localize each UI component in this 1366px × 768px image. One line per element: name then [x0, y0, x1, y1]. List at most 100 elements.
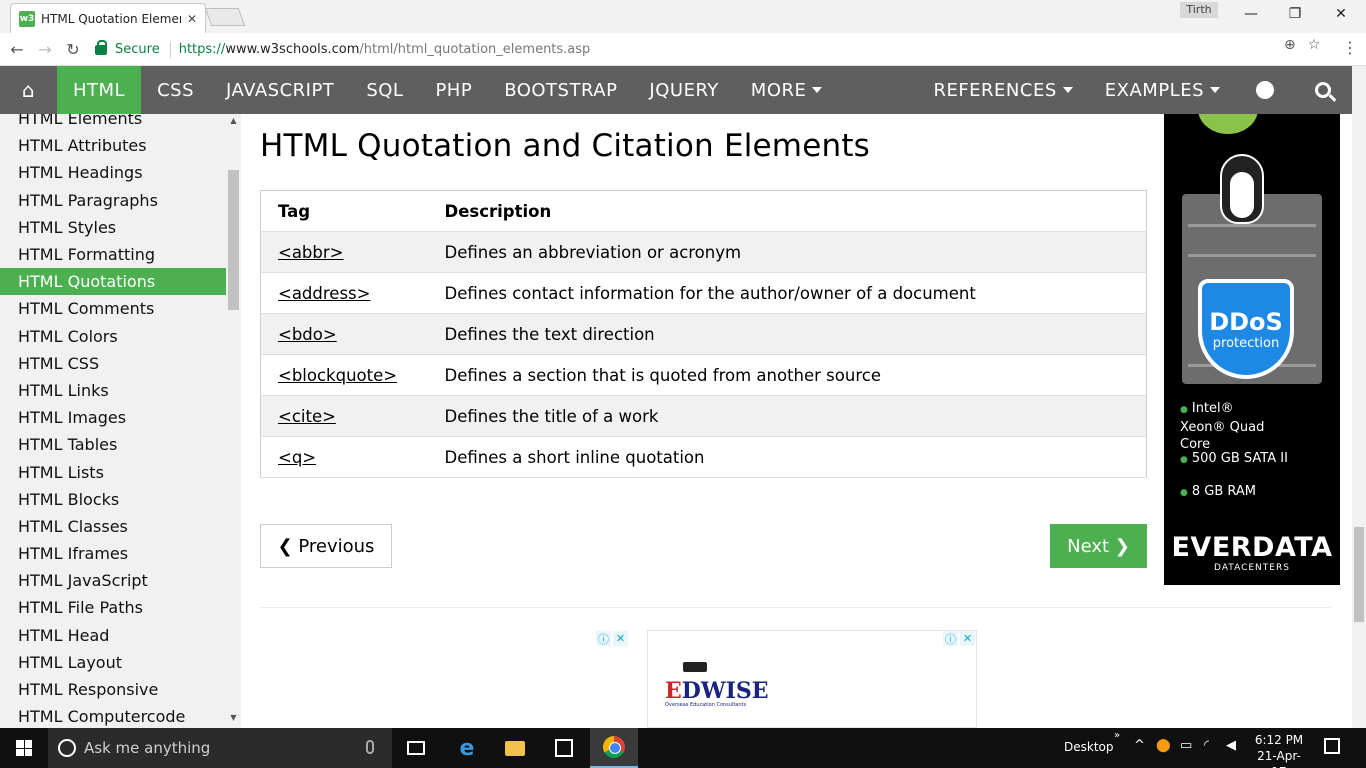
zoom-icon[interactable]: ⊕	[1284, 37, 1296, 53]
next-button[interactable]: Next ❯	[1050, 524, 1147, 568]
previous-button[interactable]: ❮ Previous	[260, 524, 392, 568]
reload-icon[interactable]: ↻	[61, 38, 85, 62]
new-tab-button[interactable]	[204, 8, 246, 26]
battery-icon[interactable]: ▭	[1180, 738, 1192, 753]
chrome-taskbar-button[interactable]	[590, 728, 638, 768]
search-placeholder: Ask me anything	[84, 739, 211, 757]
close-window-icon[interactable]: ✕	[1318, 3, 1364, 25]
task-view-button[interactable]	[392, 728, 440, 768]
taskbar-clock[interactable]: 6:12 PM 21-Apr-17	[1252, 732, 1306, 768]
url-host: www.w3schools.com	[225, 42, 360, 57]
caret-down-icon	[812, 87, 823, 93]
sidebar-item-styles[interactable]: HTML Styles	[0, 214, 226, 241]
nav-examples[interactable]: EXAMPLES	[1089, 66, 1236, 114]
scroll-down-arrow-icon[interactable]: ▼	[227, 713, 240, 722]
sidebar-item-file-paths[interactable]: HTML File Paths	[0, 594, 226, 621]
wifi-icon[interactable]: ◜	[1204, 738, 1209, 753]
sidebar-item-lists[interactable]: HTML Lists	[0, 458, 226, 485]
table-row: <blockquote> Defines a section that is q…	[260, 355, 1147, 396]
file-explorer-button[interactable]	[491, 728, 539, 768]
tag-link[interactable]: <bdo>	[278, 325, 337, 344]
sidebar-item-computercode[interactable]: HTML Computercode	[0, 703, 226, 728]
edge-button[interactable]: e	[443, 728, 491, 768]
toolbar-expand-icon[interactable]: »	[1114, 730, 1120, 741]
caret-down-icon	[1210, 87, 1220, 93]
nav-references-label: REFERENCES	[933, 79, 1057, 101]
home-icon[interactable]: ⌂	[0, 66, 57, 114]
back-arrow-icon[interactable]: ←	[5, 38, 29, 62]
nav-css[interactable]: CSS	[141, 66, 210, 114]
tag-link[interactable]: <q>	[278, 448, 316, 467]
ad-close-icon[interactable]: ✕	[613, 631, 628, 646]
ad-info-icon[interactable]: ⓘ	[596, 631, 611, 646]
desktop-toolbar-label[interactable]: Desktop	[1064, 740, 1114, 754]
forward-arrow-icon[interactable]: →	[33, 38, 57, 62]
ad-controls: ⓘ ✕	[596, 631, 628, 646]
sidebar-item-elements[interactable]: HTML Elements	[0, 114, 226, 132]
windows-logo-icon	[16, 740, 32, 756]
profile-button[interactable]: Tirth	[1180, 2, 1218, 18]
action-center-icon[interactable]	[1324, 738, 1340, 754]
security-tray-icon[interactable]: ⬤	[1156, 738, 1171, 753]
sidebar-item-head[interactable]: HTML Head	[0, 622, 226, 649]
store-button[interactable]	[540, 728, 588, 768]
nav-jquery[interactable]: JQUERY	[633, 66, 734, 114]
sidebar-item-responsive[interactable]: HTML Responsive	[0, 676, 226, 703]
sidebar-item-attributes[interactable]: HTML Attributes	[0, 132, 226, 159]
sidebar-item-images[interactable]: HTML Images	[0, 404, 226, 431]
sidebar-item-headings[interactable]: HTML Headings	[0, 159, 226, 186]
nav-javascript[interactable]: JAVASCRIPT	[210, 66, 350, 114]
w3-top-nav: ⌂ HTML CSS JAVASCRIPT SQL PHP BOOTSTRAP …	[0, 66, 1352, 114]
secure-label: Secure	[115, 42, 160, 57]
volume-icon[interactable]: ◀	[1226, 738, 1236, 753]
sidebar-item-classes[interactable]: HTML Classes	[0, 513, 226, 540]
nav-bootstrap[interactable]: BOOTSTRAP	[488, 66, 633, 114]
page-scroll-thumb[interactable]	[1354, 527, 1364, 622]
show-hidden-icons-icon[interactable]: ^	[1134, 738, 1145, 753]
cortana-search-box[interactable]: Ask me anything	[48, 728, 392, 768]
browser-menu-icon[interactable]: ⋮	[1342, 38, 1358, 57]
globe-icon[interactable]	[1236, 66, 1294, 114]
tag-link[interactable]: <address>	[278, 284, 370, 303]
minimize-icon[interactable]: —	[1228, 3, 1274, 25]
sidebar-item-css[interactable]: HTML CSS	[0, 350, 226, 377]
sidebar-item-links[interactable]: HTML Links	[0, 377, 226, 404]
sidebar-scroll-thumb[interactable]	[228, 170, 239, 310]
windows-taskbar: Ask me anything e Desktop » ^ ⬤ ▭ ◜ ◀ 6:…	[0, 728, 1366, 768]
ad-everdata[interactable]: DDoS protection Intel® Xeon® Quad Core 5…	[1164, 114, 1340, 585]
url-field[interactable]: Secure https:// www.w3schools.com /html/…	[95, 36, 1335, 63]
nav-sql[interactable]: SQL	[350, 66, 419, 114]
tag-description: Defines the text direction	[444, 324, 655, 344]
microphone-icon[interactable]	[366, 740, 374, 754]
ad-spec: 8 GB RAM	[1180, 483, 1256, 502]
bookmark-star-icon[interactable]: ☆	[1308, 37, 1321, 53]
tag-link[interactable]: <cite>	[278, 407, 336, 426]
start-button[interactable]	[0, 728, 48, 768]
nav-more[interactable]: MORE	[735, 66, 839, 114]
sidebar: HTML Elements HTML Attributes HTML Headi…	[0, 114, 241, 728]
sidebar-item-blocks[interactable]: HTML Blocks	[0, 486, 226, 513]
browser-tab[interactable]: w3 HTML Quotation Elemen ✕	[10, 3, 206, 33]
page-scrollbar[interactable]	[1352, 66, 1366, 728]
tag-link[interactable]: <abbr>	[278, 243, 344, 262]
nav-html[interactable]: HTML	[57, 66, 142, 114]
ad-controls: ⓘ ✕	[943, 631, 975, 646]
sidebar-item-comments[interactable]: HTML Comments	[0, 295, 226, 322]
sidebar-item-tables[interactable]: HTML Tables	[0, 431, 226, 458]
sidebar-item-colors[interactable]: HTML Colors	[0, 323, 226, 350]
tag-link[interactable]: <blockquote>	[278, 366, 397, 385]
sidebar-item-formatting[interactable]: HTML Formatting	[0, 241, 226, 268]
restore-icon[interactable]: ❐	[1272, 3, 1318, 25]
ad-close-icon[interactable]: ✕	[960, 631, 975, 646]
scroll-up-arrow-icon[interactable]: ▲	[227, 116, 240, 125]
sidebar-item-iframes[interactable]: HTML Iframes	[0, 540, 226, 567]
nav-references[interactable]: REFERENCES	[917, 66, 1088, 114]
search-icon[interactable]	[1294, 66, 1352, 114]
sidebar-item-quotations[interactable]: HTML Quotations	[0, 268, 226, 296]
sidebar-item-paragraphs[interactable]: HTML Paragraphs	[0, 187, 226, 214]
tab-close-icon[interactable]: ✕	[187, 12, 197, 26]
sidebar-item-javascript[interactable]: HTML JavaScript	[0, 567, 226, 594]
sidebar-item-layout[interactable]: HTML Layout	[0, 649, 226, 676]
ad-info-icon[interactable]: ⓘ	[943, 631, 958, 646]
nav-php[interactable]: PHP	[419, 66, 488, 114]
